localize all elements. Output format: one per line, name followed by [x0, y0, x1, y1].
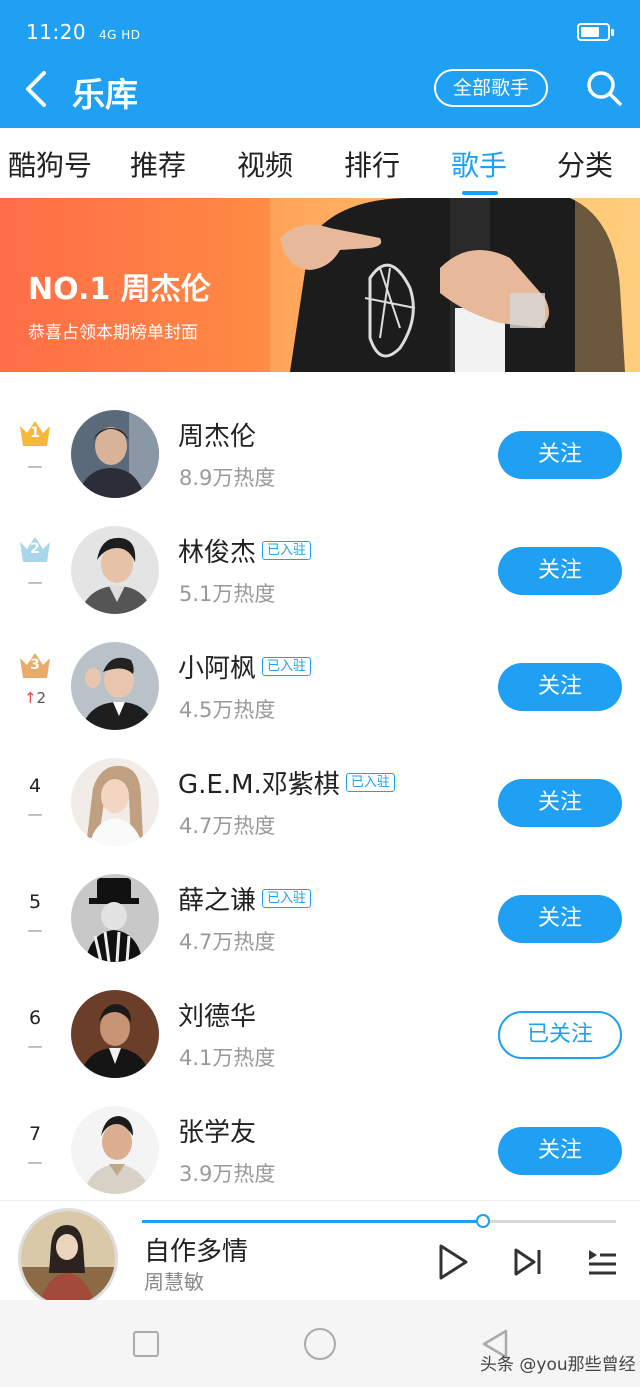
follow-button[interactable]: 关注 [498, 1127, 622, 1175]
tab-singers[interactable]: 歌手 [451, 144, 507, 184]
avatar[interactable] [71, 990, 159, 1078]
playlist-icon[interactable] [586, 1247, 618, 1277]
singer-row[interactable]: 3 ↑2 小阿枫 已入驻 4.5万热度 关注 [0, 633, 640, 749]
heat-count: 4.7万热度 [179, 930, 276, 954]
avatar[interactable] [71, 642, 159, 730]
heat-count: 3.9万热度 [179, 1162, 276, 1186]
rank-number: 7 [28, 1123, 42, 1145]
silver-crown-icon: 2 [18, 534, 52, 564]
banner-title: NO.1 周杰伦 [28, 272, 211, 307]
rank-number: 6 [28, 1007, 42, 1029]
follow-button[interactable]: 关注 [498, 779, 622, 827]
top-bar: 11:20 4G HD 乐库 全部歌手 [0, 0, 640, 128]
avatar[interactable] [71, 874, 159, 962]
avatar[interactable] [71, 526, 159, 614]
song-artist: 周慧敏 [144, 1270, 204, 1294]
singer-name: 薛之谦 已入驻 [178, 880, 312, 917]
progress-bar[interactable] [142, 1214, 616, 1228]
joined-badge: 已入驻 [262, 889, 312, 908]
back-arrow-icon[interactable] [22, 70, 52, 108]
progress-fill [142, 1220, 484, 1223]
rank-change: — [27, 1153, 43, 1171]
home-icon[interactable] [304, 1328, 336, 1360]
follow-button[interactable]: 关注 [498, 895, 622, 943]
heat-count: 8.9万热度 [179, 466, 276, 490]
singer-row[interactable]: 7 — 张学友 3.9万热度 关注 [0, 1097, 640, 1213]
rank-change: ↑2 [23, 689, 47, 707]
status-bar: 11:20 4G HD [26, 20, 141, 44]
singer-name: 小阿枫 已入驻 [178, 648, 312, 685]
tab-ranking[interactable]: 排行 [344, 144, 400, 184]
status-time: 11:20 [26, 20, 87, 44]
signal-indicator: 4G HD [99, 28, 141, 42]
top-singer-banner[interactable]: NO.1 周杰伦 恭喜占领本期榜单封面 [0, 198, 640, 372]
follow-button[interactable]: 关注 [498, 663, 622, 711]
rank-change: — [27, 1037, 43, 1055]
mini-player: 自作多情 周慧敏 [0, 1200, 640, 1308]
singer-name: G.E.M.邓紫棋 已入驻 [178, 764, 395, 801]
play-icon[interactable] [436, 1243, 470, 1281]
rank-number: 2 [30, 541, 40, 557]
tab-video[interactable]: 视频 [237, 144, 293, 184]
rank-change: — [27, 457, 43, 475]
joined-badge: 已入驻 [262, 657, 312, 676]
singer-name: 周杰伦 [178, 422, 257, 452]
heat-count: 4.1万热度 [179, 1046, 276, 1070]
next-track-icon[interactable] [512, 1247, 544, 1277]
banner-subtitle: 恭喜占领本期榜单封面 [28, 323, 198, 343]
rank-number: 5 [28, 891, 42, 913]
tab-recommend[interactable]: 推荐 [130, 144, 186, 184]
bronze-crown-icon: 3 [18, 650, 52, 680]
follow-button[interactable]: 关注 [498, 431, 622, 479]
all-singers-button[interactable]: 全部歌手 [434, 69, 548, 107]
page-title: 乐库 [72, 75, 138, 114]
album-cover[interactable] [18, 1208, 118, 1308]
progress-knob[interactable] [476, 1214, 491, 1228]
watermark: 头条 @you那些曾经 [480, 1355, 636, 1375]
tab-kugou-id[interactable]: 酷狗号 [8, 144, 92, 184]
song-title: 自作多情 [144, 1237, 249, 1267]
joined-badge: 已入驻 [262, 541, 312, 560]
gold-crown-icon: 1 [18, 418, 52, 448]
avatar[interactable] [71, 1106, 159, 1194]
heat-count: 4.5万热度 [179, 698, 276, 722]
tab-category[interactable]: 分类 [557, 144, 613, 184]
recent-apps-icon[interactable] [133, 1331, 159, 1357]
heat-count: 4.7万热度 [179, 814, 276, 838]
rank-number: 4 [28, 775, 42, 797]
singer-row[interactable]: 2 — 林俊杰 已入驻 5.1万热度 关注 [0, 517, 640, 633]
rank-change: — [27, 921, 43, 939]
singer-row[interactable]: 5 — 薛之谦 已入驻 4.7万热度 关注 [0, 865, 640, 981]
singer-name: 刘德华 [178, 1002, 257, 1032]
rank-up-arrow-icon: ↑ [23, 689, 37, 707]
search-icon[interactable] [585, 69, 623, 107]
follow-button[interactable]: 关注 [498, 547, 622, 595]
heat-count: 5.1万热度 [179, 582, 276, 606]
singer-row[interactable]: 4 — G.E.M.邓紫棋 已入驻 4.7万热度 关注 [0, 749, 640, 865]
system-nav-bar: 头条 @you那些曾经 [0, 1300, 640, 1387]
singer-row[interactable]: 6 — 刘德华 4.1万热度 已关注 [0, 981, 640, 1097]
active-tab-indicator [462, 191, 498, 195]
avatar[interactable] [71, 758, 159, 846]
rank-change: — [27, 573, 43, 591]
singer-row[interactable]: 1 — 周杰伦 8.9万热度 关注 [0, 401, 640, 517]
banner-singer-photo [270, 198, 640, 372]
followed-button[interactable]: 已关注 [498, 1011, 622, 1059]
rank-number: 1 [30, 425, 40, 441]
battery-icon [577, 23, 614, 41]
rank-number: 3 [30, 657, 40, 673]
singer-name: 张学友 [178, 1118, 257, 1148]
tab-bar: 酷狗号 推荐 视频 排行 歌手 分类 [0, 128, 640, 198]
singer-name: 林俊杰 已入驻 [178, 532, 312, 569]
rank-change: — [27, 805, 43, 823]
avatar[interactable] [71, 410, 159, 498]
joined-badge: 已入驻 [345, 773, 395, 792]
